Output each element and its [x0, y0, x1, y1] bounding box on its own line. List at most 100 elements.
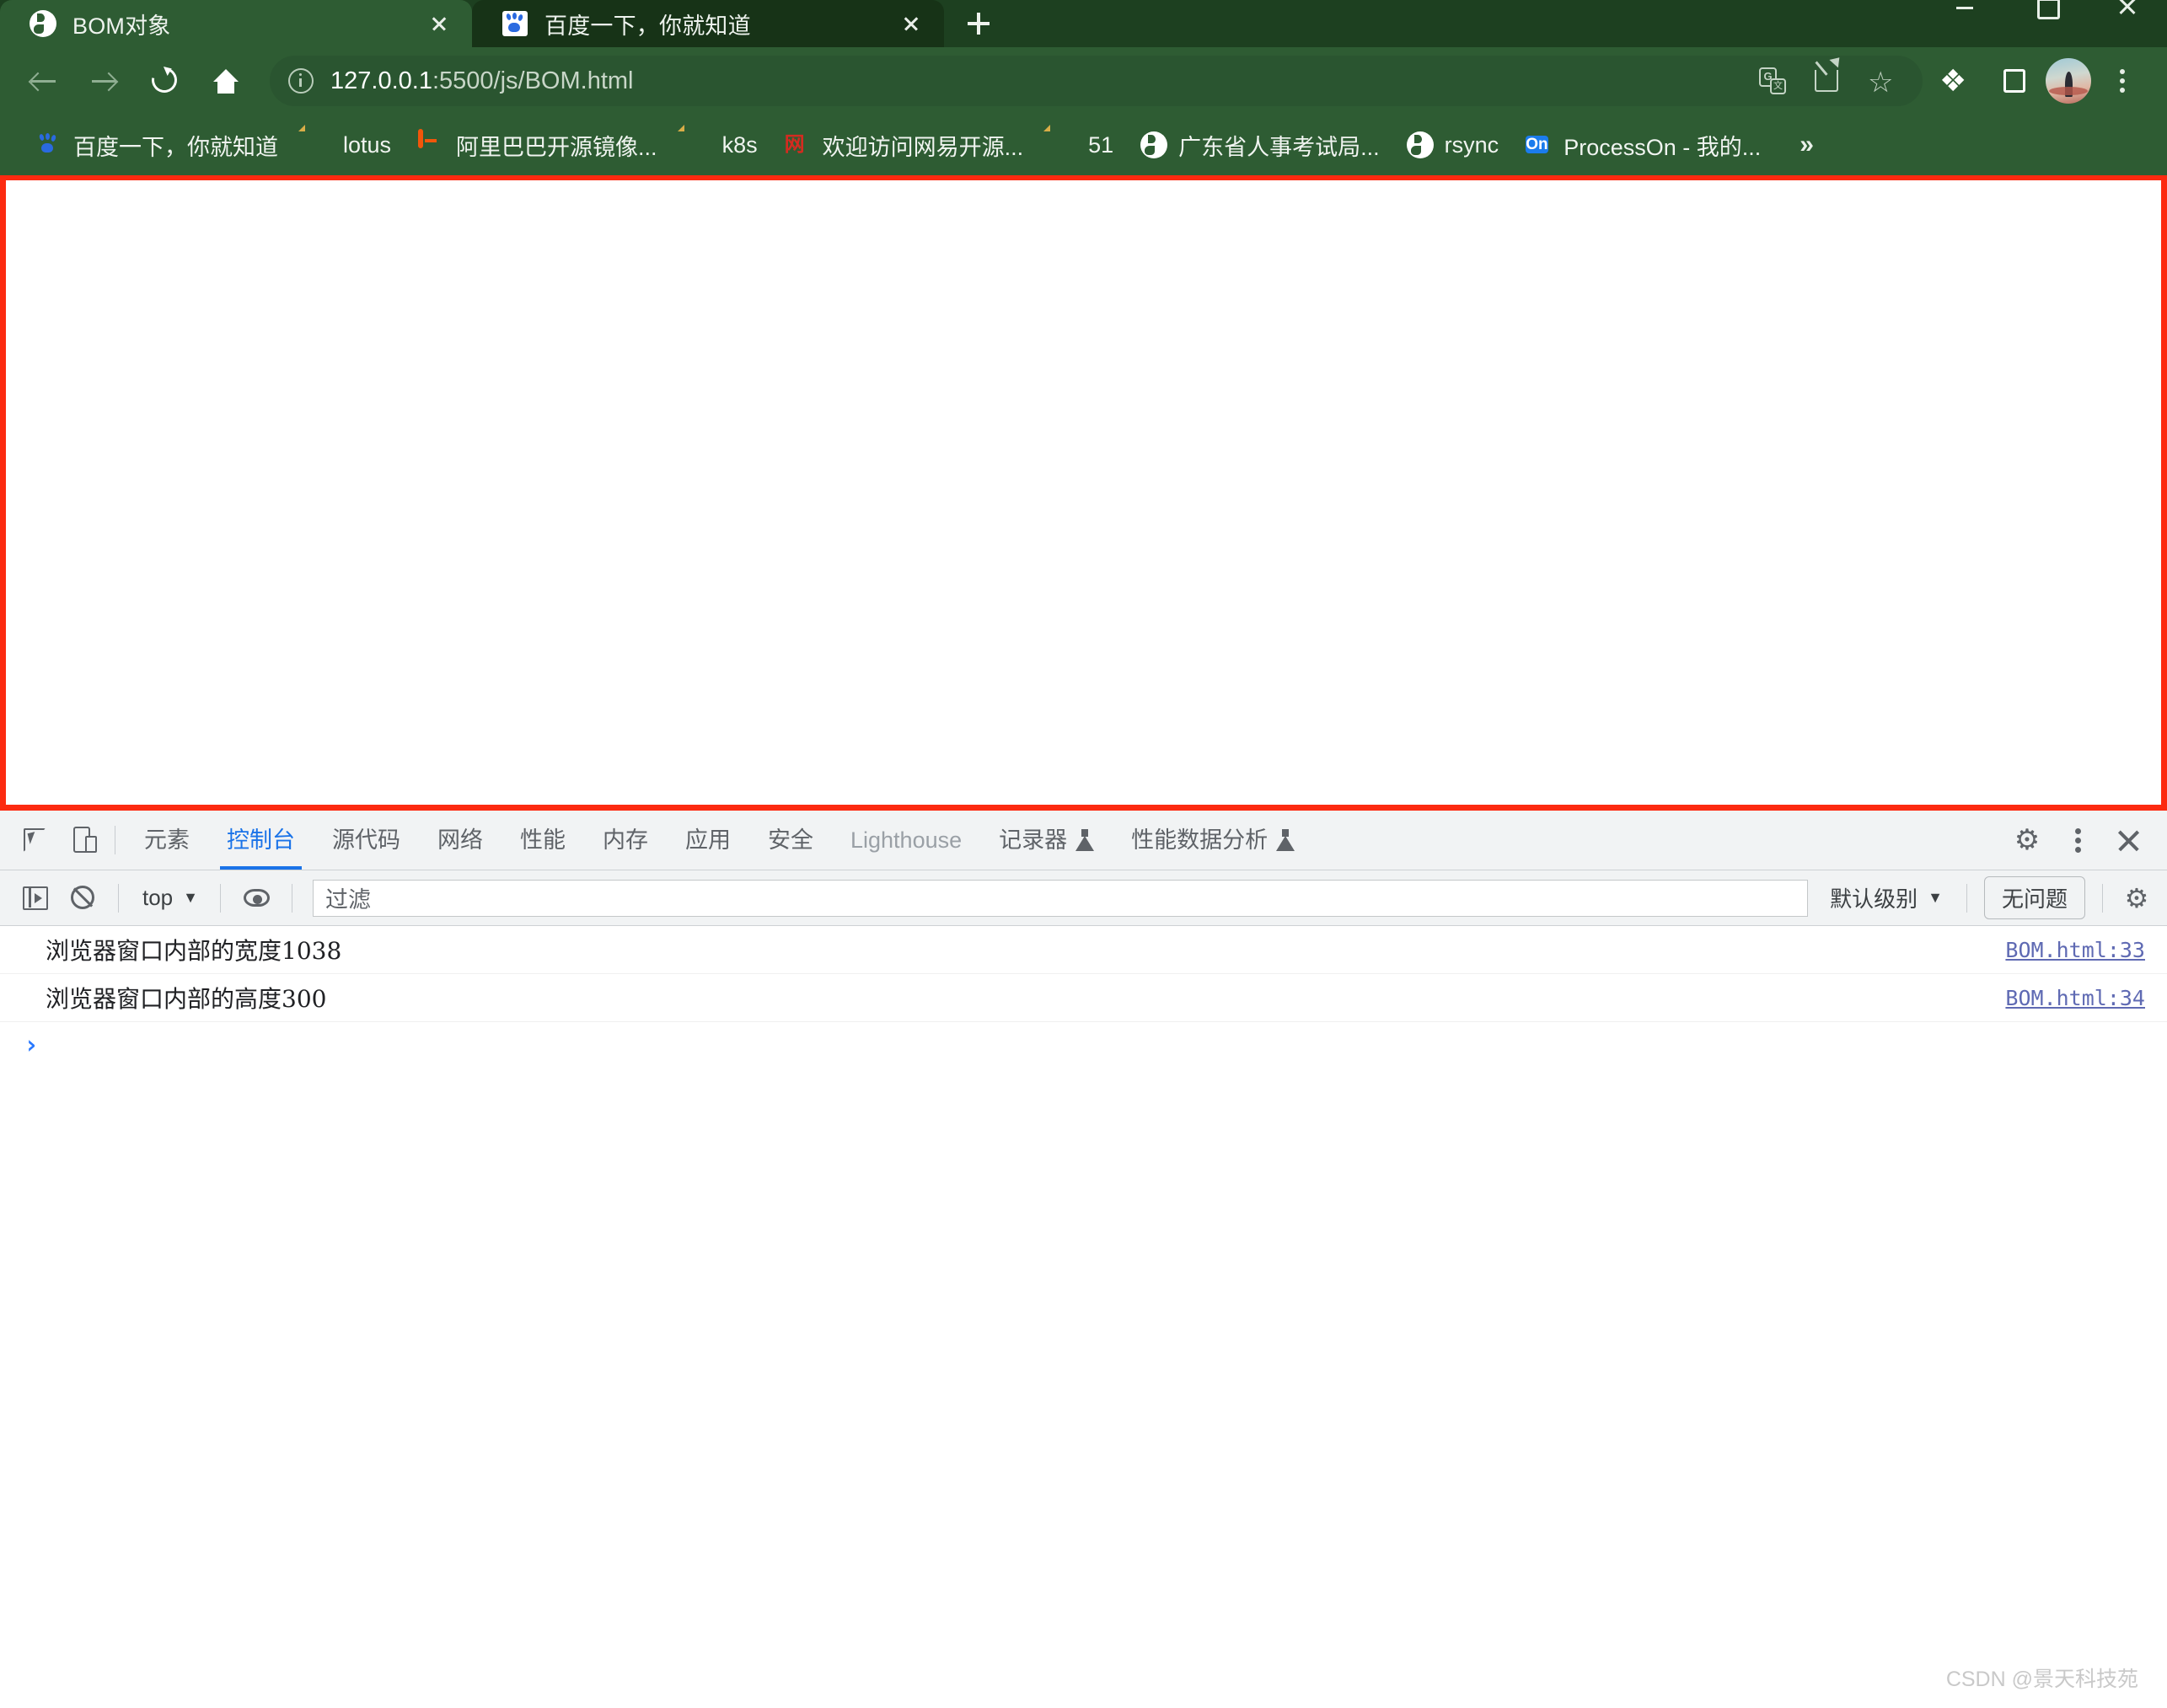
watermark: CSDN @景天科技苑 [1945, 1668, 2138, 1691]
bookmark-lotus[interactable]: lotus [292, 125, 405, 165]
log-source-link[interactable]: BOM.html:33 [2005, 938, 2145, 962]
log-source-link[interactable]: BOM.html:34 [2005, 986, 2145, 1010]
tab-title: 百度一下，你就知道 [544, 13, 751, 39]
home-icon [213, 69, 239, 94]
address-bar[interactable]: 127.0.0.1:5500/js/BOM.html G 文 ☆ [270, 56, 1923, 106]
divider [2102, 883, 2103, 913]
bookmark-processon[interactable]: On ProcessOn - 我的... [1512, 122, 1774, 169]
devtools-tab-bar: 元素 控制台 源代码 网络 性能 内存 应用 安全 Lighthouse 记录器… [0, 811, 2167, 870]
filter-placeholder: 过滤 [325, 887, 371, 913]
console-sidebar-icon[interactable] [10, 875, 57, 922]
bookmark-guangdong-exam[interactable]: 广东省人事考试局... [1127, 122, 1393, 169]
window-close-button[interactable] [2086, 0, 2167, 19]
prompt-chevron-icon: › [23, 1031, 40, 1060]
netease-glyph: 网 [784, 132, 805, 156]
log-level-selector[interactable]: 默认级别 ▼ [1818, 882, 1955, 913]
bookmark-label: 广东省人事考试局... [1178, 134, 1380, 160]
bookmark-label: ProcessOn - 我的... [1564, 134, 1762, 160]
tab-label: 控制台 [227, 827, 295, 853]
console-prompt[interactable]: › [0, 1022, 2167, 1068]
home-button[interactable] [197, 52, 255, 110]
inspect-element-icon[interactable] [10, 817, 57, 864]
forward-button[interactable] [76, 52, 133, 110]
bookmark-star-icon[interactable]: ☆ [1857, 57, 1904, 104]
divider [1966, 883, 1967, 913]
context-label: top [142, 885, 174, 910]
close-icon[interactable] [425, 9, 453, 38]
tab-performance[interactable]: 性能 [502, 811, 584, 870]
bookmark-label: 百度一下，你就知道 [73, 134, 278, 160]
tab-strip: BOM对象 百度一下，你就知道 [0, 0, 2167, 47]
console-log-row[interactable]: 浏览器窗口内部的高度300 BOM.html:34 [0, 974, 2167, 1022]
tab-security[interactable]: 安全 [749, 811, 832, 870]
bookmark-label: 欢迎访问网易开源... [822, 134, 1024, 160]
devtools-panel: 元素 控制台 源代码 网络 性能 内存 应用 安全 Lighthouse 记录器… [0, 811, 2167, 1068]
share-icon[interactable] [1803, 57, 1850, 104]
forward-arrow-icon [91, 71, 116, 91]
live-expression-icon[interactable] [233, 875, 280, 922]
new-tab-button[interactable] [956, 1, 1001, 46]
extensions-icon[interactable]: ❖ [1939, 57, 1987, 104]
tab-label: 内存 [603, 827, 648, 853]
info-circle-icon[interactable] [288, 68, 314, 94]
tab-title: BOM对象 [72, 13, 171, 39]
reload-icon [147, 62, 182, 98]
bookmark-k8s[interactable]: k8s [671, 125, 771, 165]
tab-network[interactable]: 网络 [419, 811, 502, 870]
tab-label: 源代码 [332, 827, 400, 853]
translate-letter-wen: 文 [1770, 78, 1786, 94]
tab-label: 网络 [437, 827, 483, 853]
alibaba-mirror-icon [418, 129, 445, 158]
avatar[interactable] [2046, 58, 2091, 104]
globe-icon [1406, 131, 1434, 158]
tab-recorder[interactable]: 记录器 [980, 811, 1113, 870]
tab-application[interactable]: 应用 [667, 811, 749, 870]
side-panel-icon[interactable] [1990, 57, 2037, 104]
tab-lighthouse[interactable]: Lighthouse [832, 811, 980, 870]
page-viewport[interactable] [0, 175, 2167, 811]
device-toolbar-icon[interactable] [57, 817, 105, 864]
bookmark-netease[interactable]: 网 欢迎访问网易开源... [771, 122, 1038, 169]
console-settings-icon[interactable]: ⚙ [2115, 876, 2159, 920]
folder-icon [684, 131, 711, 158]
bookmark-label: 51 [1088, 131, 1114, 158]
tab-label: 元素 [144, 827, 190, 853]
bookmark-baidu[interactable]: 百度一下，你就知道 [22, 122, 292, 169]
clear-console-icon[interactable] [59, 875, 106, 922]
omnibox-actions: G 文 ☆ [1749, 57, 1904, 104]
more-options-icon[interactable] [2054, 817, 2101, 864]
browser-tab-baidu[interactable]: 百度一下，你就知道 [472, 0, 944, 47]
screenshot-root: BOM对象 百度一下，你就知道 127.0.0.1:5500/js/BOM.ht… [0, 0, 2167, 1708]
globe-icon [29, 9, 57, 38]
url-host: 127.0.0.1 [330, 67, 432, 94]
minimize-button[interactable] [1924, 0, 2005, 19]
close-devtools-icon[interactable] [2105, 817, 2152, 864]
close-icon[interactable] [897, 9, 925, 38]
tab-label: 安全 [768, 827, 813, 853]
execution-context-selector[interactable]: top ▼ [131, 878, 208, 918]
console-filter-input[interactable]: 过滤 [312, 879, 1809, 917]
divider [118, 883, 119, 913]
bookmark-alibaba-mirror[interactable]: 阿里巴巴开源镜像... [405, 122, 671, 169]
devtools-tabbar-actions: ⚙ [2003, 817, 2167, 864]
bookmark-51[interactable]: 51 [1037, 125, 1127, 165]
console-log-row[interactable]: 浏览器窗口内部的宽度1038 BOM.html:33 [0, 926, 2167, 974]
tab-memory[interactable]: 内存 [584, 811, 667, 870]
bookmark-rsync[interactable]: rsync [1393, 125, 1513, 165]
reload-button[interactable] [137, 52, 194, 110]
maximize-button[interactable] [2005, 0, 2086, 19]
settings-gear-icon[interactable]: ⚙ [2003, 817, 2051, 864]
translate-icon[interactable]: G 文 [1749, 57, 1796, 104]
baidu-icon [35, 131, 62, 158]
tab-console[interactable]: 控制台 [208, 811, 314, 870]
tab-elements[interactable]: 元素 [126, 811, 208, 870]
url-path: :5500/js/BOM.html [432, 67, 634, 94]
tab-label: 性能数据分析 [1131, 827, 1269, 853]
back-button[interactable] [15, 52, 72, 110]
bookmarks-overflow-button[interactable]: » [1789, 126, 1824, 164]
issues-button[interactable]: 无问题 [1983, 876, 2085, 919]
tab-performance-insights[interactable]: 性能数据分析 [1113, 811, 1313, 870]
tab-sources[interactable]: 源代码 [314, 811, 419, 870]
browser-menu-icon[interactable] [2100, 57, 2145, 104]
browser-tab-bom[interactable]: BOM对象 [0, 0, 472, 47]
